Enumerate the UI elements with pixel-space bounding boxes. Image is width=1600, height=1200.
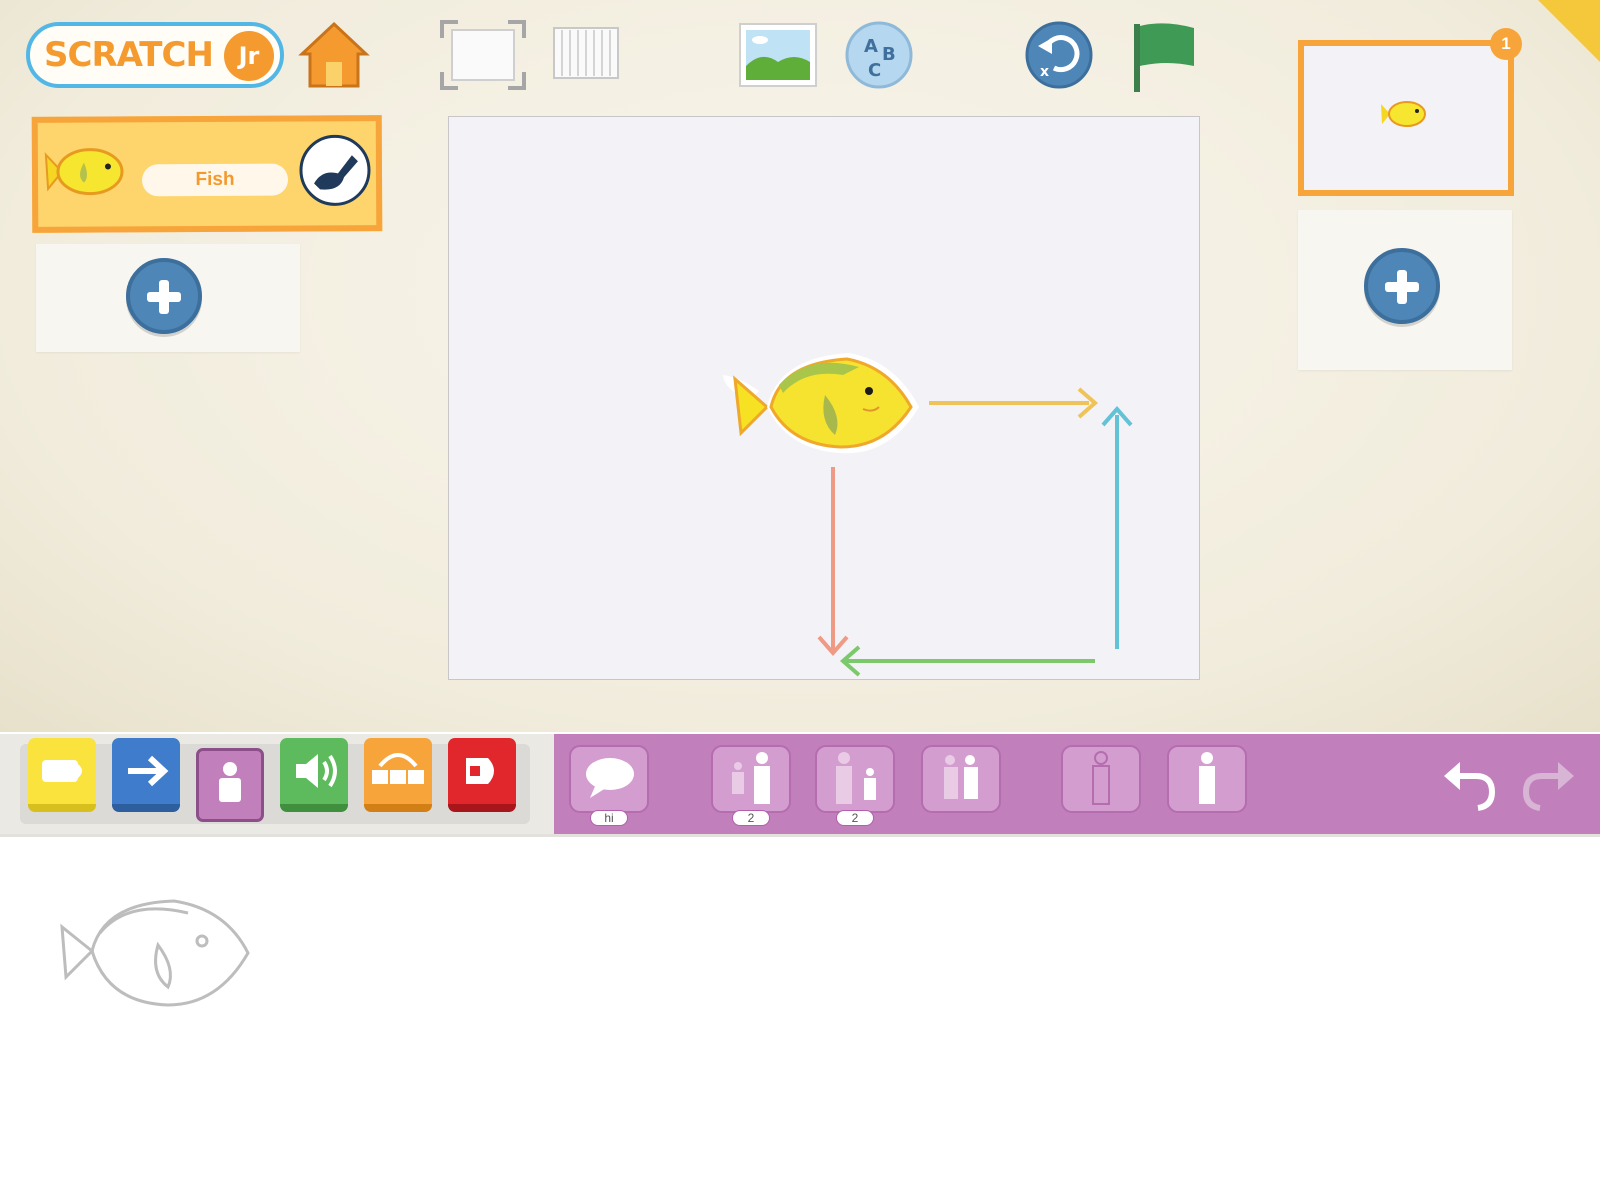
- green-flag-icon: [1134, 23, 1194, 92]
- block-say[interactable]: [568, 742, 650, 820]
- project-info-corner[interactable]: [1538, 0, 1600, 62]
- category-end[interactable]: [448, 738, 516, 812]
- grow-block-input[interactable]: 2: [732, 810, 770, 826]
- block-hide[interactable]: [1060, 742, 1142, 820]
- redo-button[interactable]: [1518, 756, 1578, 816]
- scratchjr-logo: SCRATCH Jr: [26, 22, 284, 88]
- reset-characters-icon: x: [1025, 21, 1093, 89]
- text-button[interactable]: A B C: [844, 20, 914, 94]
- block-reset-size[interactable]: [920, 742, 1002, 820]
- say-block-input[interactable]: hi: [590, 810, 628, 826]
- add-sprite-slot: [36, 244, 300, 352]
- undo-icon: [1444, 762, 1496, 811]
- add-page-button[interactable]: [1364, 248, 1440, 324]
- text-icon: A B C: [845, 21, 913, 89]
- paintbrush-icon: [299, 134, 371, 206]
- logo-jr-badge: Jr: [224, 31, 274, 81]
- person-icon: [219, 762, 241, 802]
- shrink-block-input[interactable]: 2: [836, 810, 874, 826]
- hide-icon: [1061, 745, 1141, 813]
- arrow-right-icon: [128, 755, 169, 787]
- fish-icon: [1381, 101, 1426, 127]
- speech-bubble-icon: [569, 745, 649, 813]
- home-icon: [298, 21, 370, 88]
- undo-button[interactable]: [1440, 756, 1500, 816]
- fish-outline-icon: [60, 899, 250, 1007]
- category-sound[interactable]: [280, 738, 348, 812]
- stage-canvas: [723, 353, 1133, 677]
- end-block-icon: [466, 758, 494, 784]
- green-flag-button[interactable]: [1128, 20, 1200, 98]
- trigger-block-icon: [42, 760, 82, 782]
- shrink-icon: [815, 745, 895, 813]
- stage[interactable]: [448, 116, 1200, 680]
- logo-text: SCRATCH: [44, 35, 214, 75]
- page-thumbnail-1[interactable]: [1298, 40, 1514, 196]
- add-page-slot: [1298, 210, 1512, 370]
- svg-text:C: C: [868, 60, 881, 81]
- grow-icon: [711, 745, 791, 813]
- script-area[interactable]: [0, 837, 1600, 1200]
- page-thumbnail-fish: [1380, 96, 1430, 136]
- repeat-icon: [372, 753, 424, 784]
- redo-icon: [1522, 762, 1574, 811]
- category-triggering[interactable]: [28, 738, 96, 812]
- background-icon: [739, 23, 817, 87]
- fullscreen-icon: [440, 20, 526, 90]
- category-motion[interactable]: [112, 738, 180, 812]
- sprite-thumbnail: [44, 140, 132, 206]
- reset-characters-button[interactable]: x: [1024, 20, 1094, 94]
- category-control[interactable]: [364, 738, 432, 812]
- sprite-card-fish[interactable]: Fish: [31, 115, 383, 233]
- background-button[interactable]: [738, 22, 818, 94]
- fish-icon: [44, 148, 124, 196]
- sprite-name-field[interactable]: Fish: [141, 163, 289, 197]
- speaker-icon: [296, 754, 337, 788]
- paint-editor-button[interactable]: [298, 133, 372, 211]
- fish-sprite[interactable]: [723, 353, 919, 454]
- home-button[interactable]: [298, 20, 370, 94]
- fullscreen-button[interactable]: [440, 20, 526, 94]
- add-sprite-button[interactable]: [126, 258, 202, 334]
- category-looks[interactable]: [196, 748, 264, 822]
- block-show[interactable]: [1166, 742, 1248, 820]
- svg-text:B: B: [882, 44, 896, 65]
- page-count-badge: 1: [1490, 28, 1522, 60]
- block-grow[interactable]: [710, 742, 792, 820]
- block-shrink[interactable]: [814, 742, 896, 820]
- grid-button[interactable]: [552, 26, 620, 86]
- script-area-watermark: [58, 893, 254, 1017]
- svg-text:x: x: [1040, 64, 1049, 80]
- show-icon: [1167, 745, 1247, 813]
- reset-size-icon: [921, 745, 1001, 813]
- svg-text:A: A: [864, 36, 878, 57]
- grid-icon: [553, 27, 619, 79]
